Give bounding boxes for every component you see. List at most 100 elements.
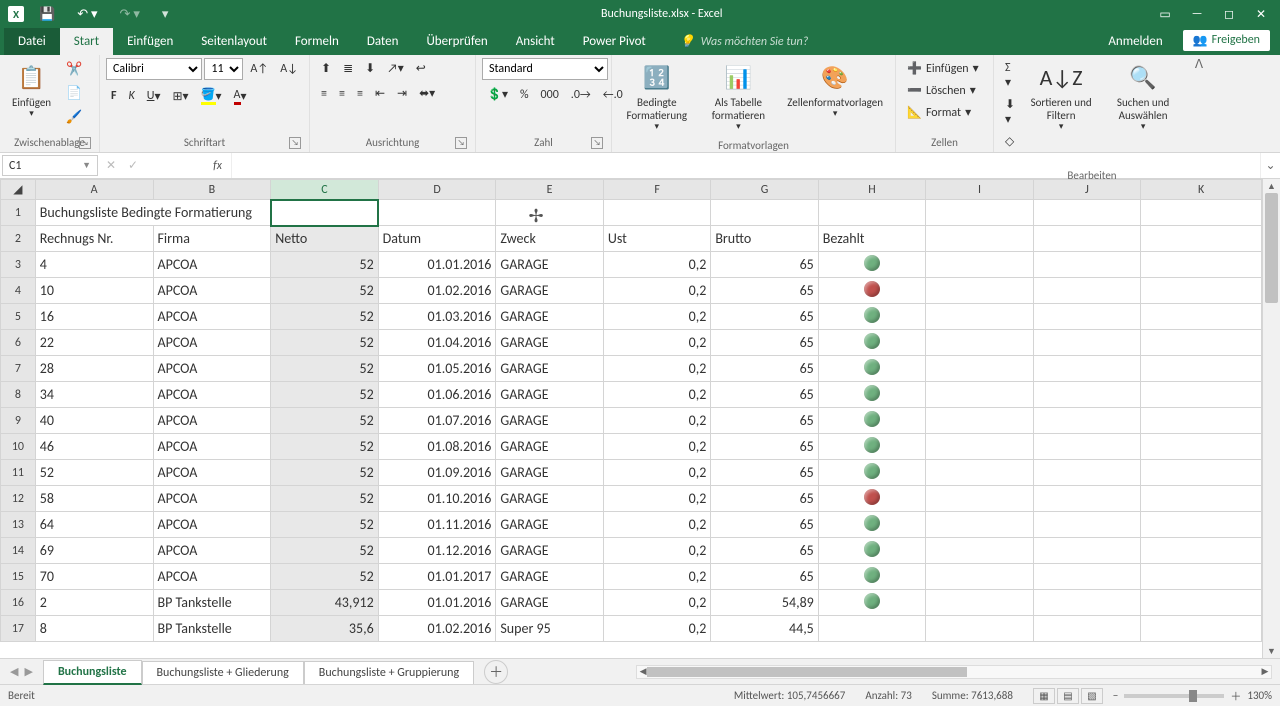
copy-button[interactable]: 📄: [61, 82, 87, 104]
sheet-next-button[interactable]: ▶: [24, 665, 32, 678]
cell-J11[interactable]: [1033, 460, 1140, 486]
cell-B10[interactable]: APCOA: [153, 434, 271, 460]
cell-D2[interactable]: Datum: [378, 226, 496, 252]
cell-C13[interactable]: 52: [271, 512, 378, 538]
font-size-select[interactable]: 11: [204, 58, 243, 80]
cell-A12[interactable]: 58: [35, 486, 153, 512]
cell-E6[interactable]: GARAGE: [496, 330, 603, 356]
tab-power-pivot[interactable]: Power Pivot: [569, 28, 660, 55]
cell-E10[interactable]: GARAGE: [496, 434, 603, 460]
cell-E12[interactable]: GARAGE: [496, 486, 603, 512]
row-header-4[interactable]: 4: [1, 278, 36, 304]
row-header-6[interactable]: 6: [1, 330, 36, 356]
cell-J12[interactable]: [1033, 486, 1140, 512]
expand-formula-bar-button[interactable]: ⌄: [1260, 153, 1280, 178]
cell-B2[interactable]: Firma: [153, 226, 271, 252]
cell-F14[interactable]: 0,2: [603, 538, 710, 564]
cell-I17[interactable]: [926, 616, 1033, 642]
align-right-button[interactable]: ≡: [352, 83, 368, 104]
cell-I11[interactable]: [926, 460, 1033, 486]
cell-K17[interactable]: [1141, 616, 1262, 642]
cell-K16[interactable]: [1141, 590, 1262, 616]
column-header-H[interactable]: H: [818, 180, 925, 200]
cell-D14[interactable]: 01.12.2016: [378, 538, 496, 564]
cell-J2[interactable]: [1033, 226, 1140, 252]
spreadsheet-grid[interactable]: ◢ABCDEFGHIJK1Buchungsliste Bedingte Form…: [0, 179, 1280, 658]
cell-F3[interactable]: 0,2: [603, 252, 710, 278]
cell-H11[interactable]: [818, 460, 925, 486]
scroll-right-button[interactable]: ▶: [1258, 666, 1272, 678]
cell-F1[interactable]: [603, 200, 710, 226]
cell-E17[interactable]: Super 95: [496, 616, 603, 642]
cell-C12[interactable]: 52: [271, 486, 378, 512]
column-header-J[interactable]: J: [1033, 180, 1140, 200]
paste-button[interactable]: 📋 Einfügen ▾: [6, 58, 57, 124]
cell-E13[interactable]: GARAGE: [496, 512, 603, 538]
cell-styles-button[interactable]: 🎨 Zellenformatvorlagen▾: [781, 58, 889, 124]
cell-C5[interactable]: 52: [271, 304, 378, 330]
cell-K8[interactable]: [1141, 382, 1262, 408]
comma-style-button[interactable]: 000: [536, 84, 564, 105]
share-button[interactable]: 👥 Freigeben: [1183, 30, 1270, 51]
cell-J7[interactable]: [1033, 356, 1140, 382]
row-header-8[interactable]: 8: [1, 382, 36, 408]
row-header-16[interactable]: 16: [1, 590, 36, 616]
row-header-17[interactable]: 17: [1, 616, 36, 642]
cell-D13[interactable]: 01.11.2016: [378, 512, 496, 538]
horizontal-scroll-thumb[interactable]: [647, 667, 967, 677]
cell-A11[interactable]: 52: [35, 460, 153, 486]
cell-B13[interactable]: APCOA: [153, 512, 271, 538]
cell-J8[interactable]: [1033, 382, 1140, 408]
cell-H10[interactable]: [818, 434, 925, 460]
align-bottom-button[interactable]: ⬇: [360, 58, 380, 79]
cell-I6[interactable]: [926, 330, 1033, 356]
scroll-down-button[interactable]: ▼: [1263, 644, 1280, 658]
increase-indent-button[interactable]: ⇥: [392, 83, 412, 104]
cell-B3[interactable]: APCOA: [153, 252, 271, 278]
cell-B15[interactable]: APCOA: [153, 564, 271, 590]
cell-K4[interactable]: [1141, 278, 1262, 304]
autosum-button[interactable]: Σ ▾: [1000, 58, 1020, 93]
column-header-E[interactable]: E: [496, 180, 603, 200]
cell-C15[interactable]: 52: [271, 564, 378, 590]
cell-H8[interactable]: [818, 382, 925, 408]
cell-J5[interactable]: [1033, 304, 1140, 330]
cell-G4[interactable]: 65: [711, 278, 818, 304]
cell-F7[interactable]: 0,2: [603, 356, 710, 382]
vertical-scroll-thumb[interactable]: [1265, 193, 1278, 303]
cell-C2[interactable]: Netto: [271, 226, 378, 252]
cell-K7[interactable]: [1141, 356, 1262, 382]
column-header-A[interactable]: A: [35, 180, 153, 200]
cell-K2[interactable]: [1141, 226, 1262, 252]
cell-B16[interactable]: BP Tankstelle: [153, 590, 271, 616]
cell-B17[interactable]: BP Tankstelle: [153, 616, 271, 642]
cell-G11[interactable]: 65: [711, 460, 818, 486]
cell-J15[interactable]: [1033, 564, 1140, 590]
orientation-button[interactable]: ↗▾: [382, 58, 409, 79]
tab-insert[interactable]: Einfügen: [113, 28, 187, 55]
cell-E1[interactable]: [496, 200, 603, 226]
format-painter-button[interactable]: 🖌️: [61, 106, 87, 128]
cell-F10[interactable]: 0,2: [603, 434, 710, 460]
cell-I10[interactable]: [926, 434, 1033, 460]
cell-I14[interactable]: [926, 538, 1033, 564]
cell-C4[interactable]: 52: [271, 278, 378, 304]
tab-data[interactable]: Daten: [353, 28, 413, 55]
cell-F16[interactable]: 0,2: [603, 590, 710, 616]
cell-B14[interactable]: APCOA: [153, 538, 271, 564]
row-header-14[interactable]: 14: [1, 538, 36, 564]
cell-A9[interactable]: 40: [35, 408, 153, 434]
row-header-13[interactable]: 13: [1, 512, 36, 538]
cell-J6[interactable]: [1033, 330, 1140, 356]
percent-button[interactable]: %: [515, 84, 534, 105]
find-select-button[interactable]: 🔍 Suchen und Auswählen▾: [1102, 58, 1184, 137]
cell-A15[interactable]: 70: [35, 564, 153, 590]
cell-I16[interactable]: [926, 590, 1033, 616]
cell-G9[interactable]: 65: [711, 408, 818, 434]
cell-G6[interactable]: 65: [711, 330, 818, 356]
cell-C10[interactable]: 52: [271, 434, 378, 460]
vertical-scrollbar[interactable]: ▲ ▼: [1262, 179, 1280, 658]
font-dialog-launcher[interactable]: ↘: [289, 137, 301, 149]
cell-H16[interactable]: [818, 590, 925, 616]
zoom-out-button[interactable]: −: [1113, 689, 1118, 702]
